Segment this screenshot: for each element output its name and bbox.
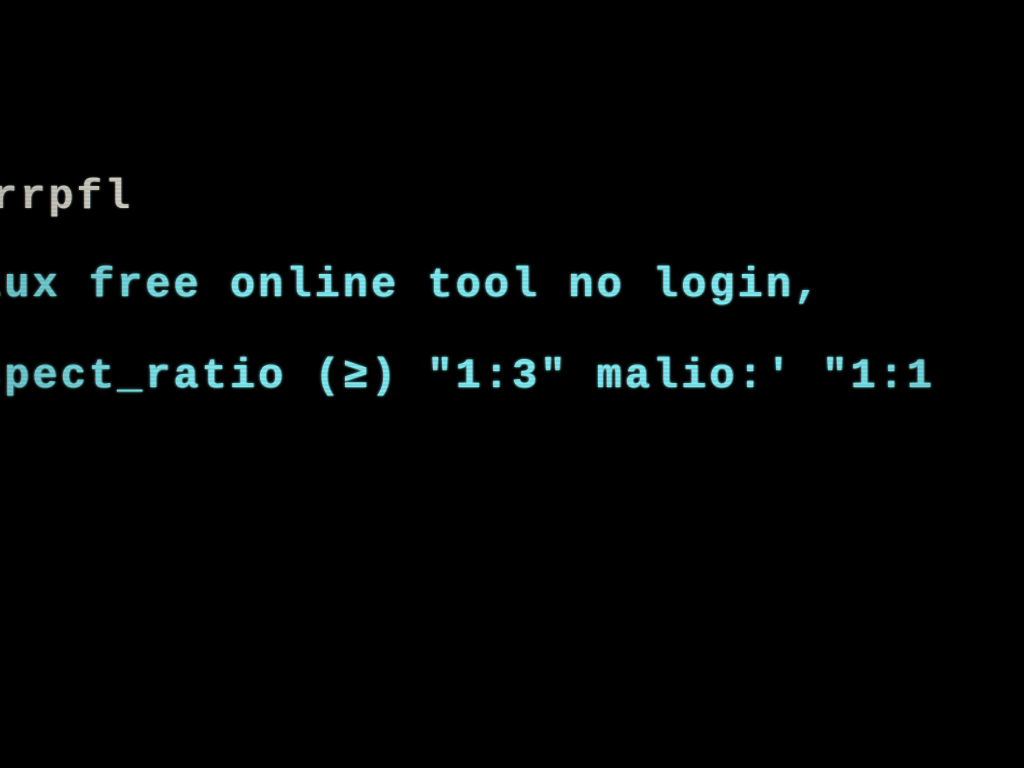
terminal-line-1: rrpfl bbox=[0, 176, 133, 218]
terminal-line-2: lux free online tool no login, bbox=[0, 264, 822, 306]
terminal-screen[interactable]: rrpfl lux free online tool no login, spe… bbox=[0, 0, 1024, 768]
terminal-line-3: spect_ratio (≥) "1:3" malio:' "1:1 bbox=[0, 355, 935, 397]
